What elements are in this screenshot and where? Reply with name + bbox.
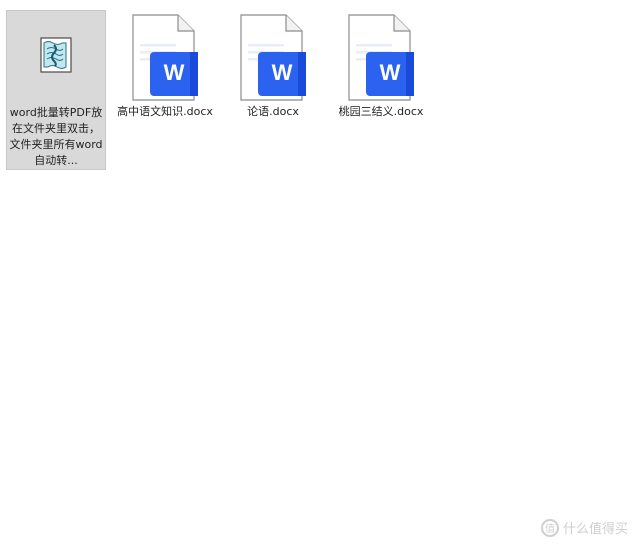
doc-icon-wrap: W — [333, 10, 429, 102]
script-file-icon-wrap — [8, 11, 104, 101]
watermark-text: 什么值得买 — [562, 522, 628, 537]
word-document-icon: W — [132, 14, 198, 101]
file-item-script[interactable]: word批量转PDF放在文件夹里双击，文件夹里所有word自动转... — [6, 10, 106, 170]
doc-icon-wrap: W — [117, 10, 213, 102]
watermark-logo-icon: 值 — [540, 518, 559, 537]
file-item-docx-lunyu[interactable]: W 论语.docx — [223, 10, 323, 120]
file-name-label: word批量转PDF放在文件夹里双击，文件夹里所有word自动转... — [9, 106, 103, 167]
file-name-label: 高中语文知识.docx — [117, 105, 213, 118]
file-item-docx-gaozhong[interactable]: W 高中语文知识.docx — [115, 10, 215, 120]
vbscript-file-icon — [40, 37, 72, 73]
doc-icon-wrap: W — [225, 10, 321, 102]
word-document-icon: W — [240, 14, 306, 101]
watermark: 值 什么值得买 — [540, 518, 628, 537]
svg-text:W: W — [164, 60, 185, 85]
svg-text:W: W — [380, 60, 401, 85]
file-explorer-view: word批量转PDF放在文件夹里双击，文件夹里所有word自动转... W 高中… — [0, 0, 640, 545]
word-document-icon: W — [348, 14, 414, 101]
file-name-label: 论语.docx — [247, 105, 299, 118]
svg-text:W: W — [272, 60, 293, 85]
file-name-label: 桃园三结义.docx — [338, 105, 424, 118]
file-item-docx-taoyuan[interactable]: W 桃园三结义.docx — [331, 10, 431, 120]
